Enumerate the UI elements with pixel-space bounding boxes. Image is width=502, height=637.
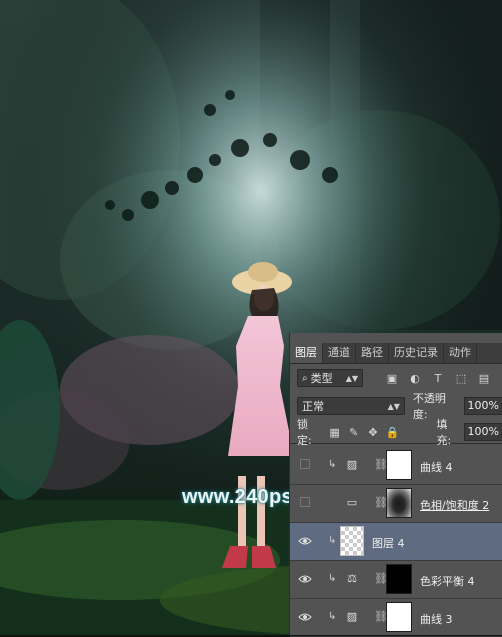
layer-mask-thumbnail[interactable] <box>386 602 412 632</box>
layer-row[interactable]: ↳ ▨ ⛓ 曲线 3 <box>290 599 502 637</box>
blend-mode-value: 正常 <box>302 400 324 413</box>
chevron-down-icon: ▲▼ <box>345 373 358 383</box>
tab-history[interactable]: 历史记录 <box>389 343 444 363</box>
layer-row[interactable]: ↳ ⚖ ⛓ 色彩平衡 4 <box>290 561 502 599</box>
lock-paint-icon[interactable]: ✎ <box>348 426 359 439</box>
lock-transparent-icon[interactable]: ▦ <box>329 426 340 439</box>
eye-icon[interactable] <box>298 535 312 547</box>
fill-label: 填充: <box>436 418 452 447</box>
layer-name[interactable]: 曲线 3 <box>420 611 453 627</box>
lock-label: 锁定: <box>297 418 312 447</box>
color-balance-icon: ⚖ <box>347 572 357 585</box>
smart-object-filter-icon[interactable]: ▤ <box>477 371 491 385</box>
tab-paths[interactable]: 路径 <box>356 343 389 363</box>
clip-arrow-icon: ↳ <box>328 611 337 622</box>
filter-kind-dropdown[interactable]: ⌕ 类型 ▲▼ <box>297 369 363 387</box>
layer-mask-thumbnail[interactable] <box>386 564 412 594</box>
eye-icon[interactable] <box>298 573 312 585</box>
opacity-field[interactable]: 100% <box>463 397 502 415</box>
lock-row: 锁定: ▦ ✎ ✥ 🔒 填充: 100% <box>290 418 502 447</box>
shape-filter-icon[interactable]: ⬚ <box>454 371 468 385</box>
curves-icon: ▨ <box>346 610 358 623</box>
lock-position-icon[interactable]: ✥ <box>367 426 378 439</box>
layers-panel: 图层 通道 路径 历史记录 动作 ⌕ 类型 ▲▼ ▣ ◐ T ⬚ ▤ 正常 ▲▼… <box>289 333 502 637</box>
hue-saturation-icon: ▭ <box>346 496 358 509</box>
visibility-toggle[interactable] <box>300 497 310 507</box>
layer-name[interactable]: 曲线 4 <box>420 459 453 475</box>
layer-name[interactable]: 色相/饱和度 2 <box>420 497 489 513</box>
blend-row: 正常 ▲▼ 不透明度: 100% <box>290 392 502 421</box>
search-icon: ⌕ <box>302 372 308 384</box>
pixel-filter-icon[interactable]: ▣ <box>385 371 399 385</box>
tab-layers[interactable]: 图层 <box>290 343 323 363</box>
layer-name[interactable]: 色彩平衡 4 <box>420 573 475 589</box>
clip-arrow-icon: ↳ <box>328 535 337 546</box>
clip-arrow-icon: ↳ <box>328 573 337 584</box>
clip-arrow-icon: ↳ <box>328 459 337 470</box>
filter-kind-label: 类型 <box>310 372 333 385</box>
tab-actions[interactable]: 动作 <box>444 343 477 363</box>
tab-channels[interactable]: 通道 <box>323 343 356 363</box>
type-filter-icon[interactable]: T <box>431 371 445 385</box>
fill-field[interactable]: 100% <box>463 423 502 441</box>
layer-row[interactable]: ↳ 图层 4 <box>290 523 502 561</box>
chevron-down-icon: ▲▼ <box>387 401 400 411</box>
layer-name[interactable]: 图层 4 <box>372 535 405 551</box>
visibility-toggle[interactable] <box>300 459 310 469</box>
lock-all-icon[interactable]: 🔒 <box>386 426 400 439</box>
filter-row: ⌕ 类型 ▲▼ ▣ ◐ T ⬚ ▤ <box>290 367 502 389</box>
eye-icon[interactable] <box>298 611 312 623</box>
layer-mask-thumbnail[interactable] <box>386 488 412 518</box>
curves-icon: ▨ <box>346 458 358 471</box>
panel-tabs: 图层 通道 路径 历史记录 动作 <box>290 343 502 364</box>
blend-mode-dropdown[interactable]: 正常 ▲▼ <box>297 397 405 415</box>
layer-row[interactable]: ↳ ▨ ⛓ 曲线 4 <box>290 447 502 485</box>
layer-thumbnail[interactable] <box>340 526 364 556</box>
layer-mask-thumbnail[interactable] <box>386 450 412 480</box>
adjustment-filter-icon[interactable]: ◐ <box>408 371 422 385</box>
layer-row[interactable]: ▭ ⛓ 色相/饱和度 2 <box>290 485 502 523</box>
